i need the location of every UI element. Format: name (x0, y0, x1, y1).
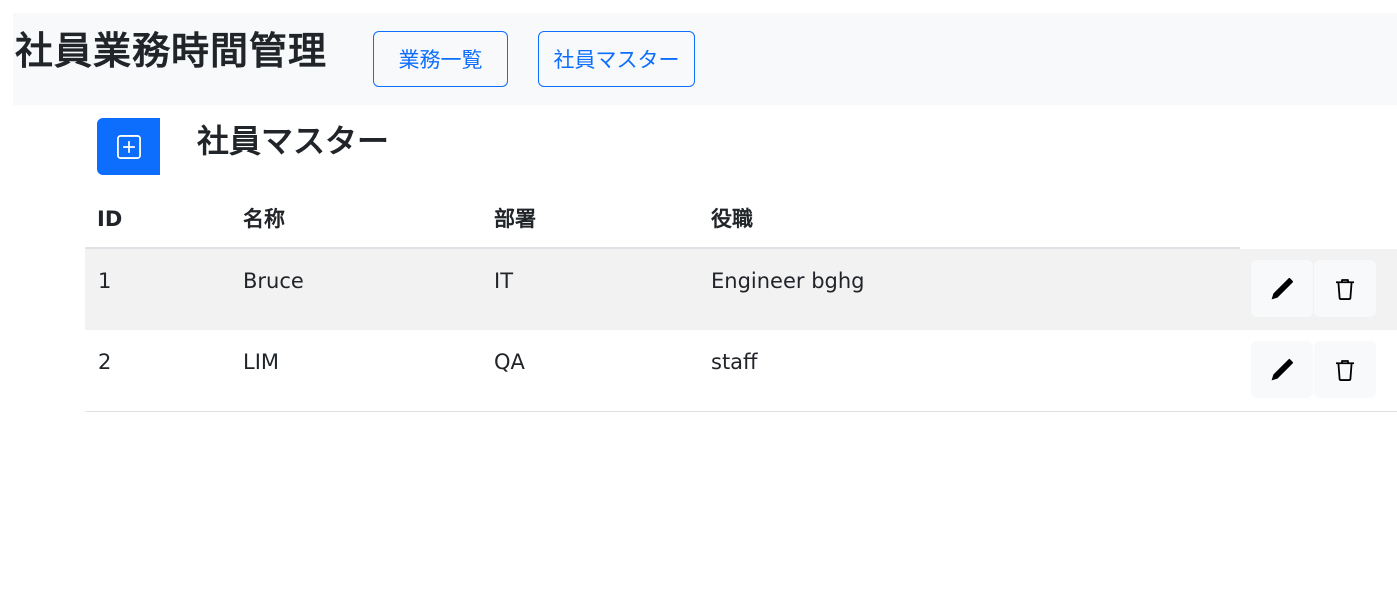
cell-name: LIM (243, 350, 280, 374)
column-header-department: 部署 (494, 207, 536, 231)
cell-id: 2 (98, 350, 112, 374)
delete-button[interactable] (1314, 260, 1376, 317)
column-header-id: ID (97, 207, 123, 231)
table-row: 2 LIM QA staff (85, 330, 1397, 412)
cell-position: Engineer bghg (711, 269, 865, 293)
page-title: 社員マスター (197, 122, 390, 160)
pencil-icon (1271, 277, 1294, 299)
app-title: 社員業務時間管理 (15, 29, 328, 73)
cell-department: IT (494, 269, 514, 293)
trash-icon (1336, 359, 1354, 381)
cell-name: Bruce (243, 269, 304, 293)
nav-employee-master-button[interactable]: 社員マスター (538, 31, 695, 87)
table-row: 1 Bruce IT Engineer bghg (85, 249, 1397, 331)
navbar: 社員業務時間管理 業務一覧 社員マスター (13, 13, 1397, 105)
column-header-name: 名称 (243, 207, 285, 231)
add-employee-button[interactable] (97, 118, 160, 175)
delete-button[interactable] (1314, 341, 1376, 398)
edit-button[interactable] (1251, 260, 1313, 317)
cell-id: 1 (98, 269, 112, 293)
edit-button[interactable] (1251, 341, 1313, 398)
pencil-icon (1271, 358, 1294, 380)
cell-position: staff (711, 350, 758, 374)
nav-tasks-button[interactable]: 業務一覧 (373, 31, 508, 87)
column-header-position: 役職 (711, 207, 753, 231)
cell-department: QA (494, 350, 525, 374)
trash-icon (1336, 278, 1354, 300)
plus-square-icon (116, 134, 141, 159)
